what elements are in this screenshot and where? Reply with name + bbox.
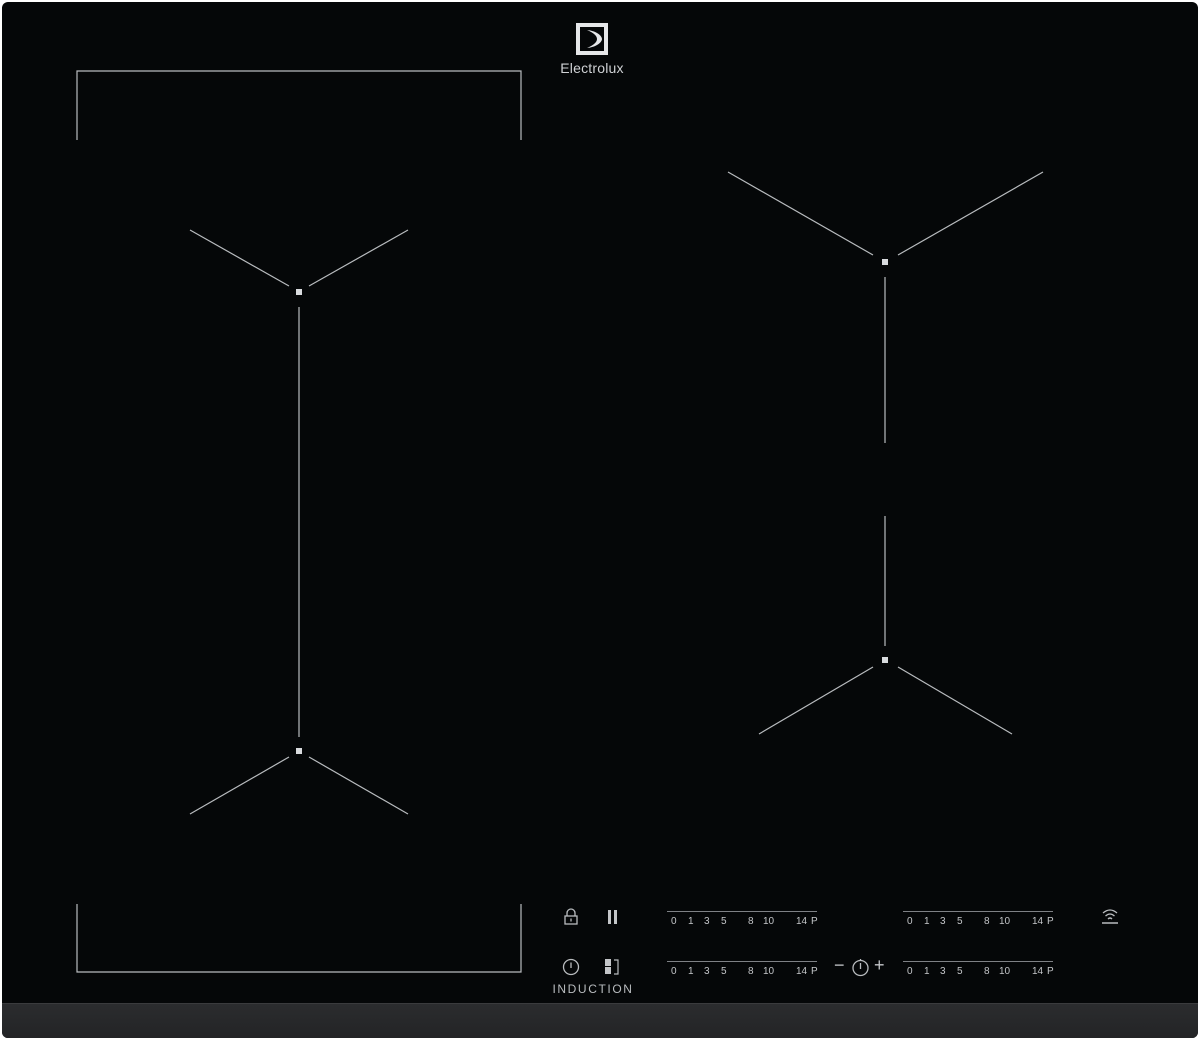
hob2hood-wifi-icon[interactable] xyxy=(1100,906,1120,926)
brand-logo: Electrolux xyxy=(550,22,634,76)
right-front-zone-marker xyxy=(758,516,1013,735)
power-level-label: P xyxy=(811,916,818,927)
power-level-label: P xyxy=(1047,916,1054,927)
slider-scale: 0 1 3 5 8 10 14 P xyxy=(903,916,1054,930)
power-level-label: 0 xyxy=(907,966,913,977)
power-level-label: 8 xyxy=(748,966,754,977)
power-level-label: 14 xyxy=(1032,966,1044,977)
zone-indicator-dot xyxy=(882,259,888,265)
power-level-label: P xyxy=(1047,966,1054,977)
pause-icon[interactable] xyxy=(606,909,620,925)
power-level-label: 3 xyxy=(704,966,710,977)
slider-scale: 0 1 3 5 8 10 14 P xyxy=(903,966,1054,980)
power-level-label: 14 xyxy=(796,966,808,977)
timer-minus-button[interactable]: − xyxy=(834,955,845,976)
power-level-label: 5 xyxy=(957,966,963,977)
right-rear-zone-marker xyxy=(727,171,1044,443)
zone-indicator-dot xyxy=(296,289,302,295)
power-level-label: 5 xyxy=(721,966,727,977)
power-icon[interactable] xyxy=(562,958,580,976)
cooking-zone-markings xyxy=(76,70,1044,973)
power-level-label: 10 xyxy=(763,966,775,977)
slider-track xyxy=(667,911,817,912)
left-zone-marker-rear xyxy=(189,229,409,287)
power-level-label: 1 xyxy=(688,966,694,977)
power-level-label: 5 xyxy=(721,916,727,927)
zone-indicator-dot xyxy=(296,748,302,754)
power-slider-right-front[interactable]: 0 1 3 5 8 10 14 P xyxy=(903,961,1054,983)
power-slider-left-front[interactable]: 0 1 3 5 8 10 14 P xyxy=(667,961,818,983)
power-level-label: 10 xyxy=(999,916,1011,927)
bridge-icon[interactable] xyxy=(604,958,620,976)
slider-track xyxy=(903,911,1053,912)
power-level-label: P xyxy=(811,966,818,977)
power-level-label: 0 xyxy=(671,966,677,977)
lock-icon[interactable] xyxy=(563,908,579,926)
power-level-label: 14 xyxy=(1032,916,1044,927)
left-zone-marker-front xyxy=(189,756,409,815)
power-slider-right-rear[interactable]: 0 1 3 5 8 10 14 P xyxy=(903,911,1054,933)
induction-label: INDUCTION xyxy=(552,982,634,996)
power-level-label: 14 xyxy=(796,916,808,927)
slider-track xyxy=(903,961,1053,962)
power-level-label: 0 xyxy=(907,916,913,927)
slider-track xyxy=(667,961,817,962)
power-slider-left-rear[interactable]: 0 1 3 5 8 10 14 P xyxy=(667,911,818,933)
power-level-label: 10 xyxy=(763,916,775,927)
power-level-label: 8 xyxy=(748,916,754,927)
timer-control: − + xyxy=(832,955,890,978)
power-level-label: 8 xyxy=(984,966,990,977)
slider-scale: 0 1 3 5 8 10 14 P xyxy=(667,966,818,980)
power-level-label: 0 xyxy=(671,916,677,927)
power-level-label: 1 xyxy=(688,916,694,927)
slider-scale: 0 1 3 5 8 10 14 P xyxy=(667,916,818,930)
timer-icon[interactable] xyxy=(851,958,870,977)
brand-name: Electrolux xyxy=(560,60,624,76)
power-level-label: 5 xyxy=(957,916,963,927)
electrolux-logo-icon xyxy=(576,23,608,55)
zone-indicator-dot xyxy=(882,657,888,663)
power-level-label: 3 xyxy=(940,966,946,977)
power-level-label: 1 xyxy=(924,966,930,977)
left-zone-frame-bottom xyxy=(76,904,522,973)
power-level-label: 1 xyxy=(924,916,930,927)
power-level-label: 3 xyxy=(704,916,710,927)
power-level-label: 10 xyxy=(999,966,1011,977)
power-level-label: 8 xyxy=(984,916,990,927)
left-zone-frame-top xyxy=(76,70,522,140)
timer-plus-button[interactable]: + xyxy=(874,955,885,976)
power-level-label: 3 xyxy=(940,916,946,927)
